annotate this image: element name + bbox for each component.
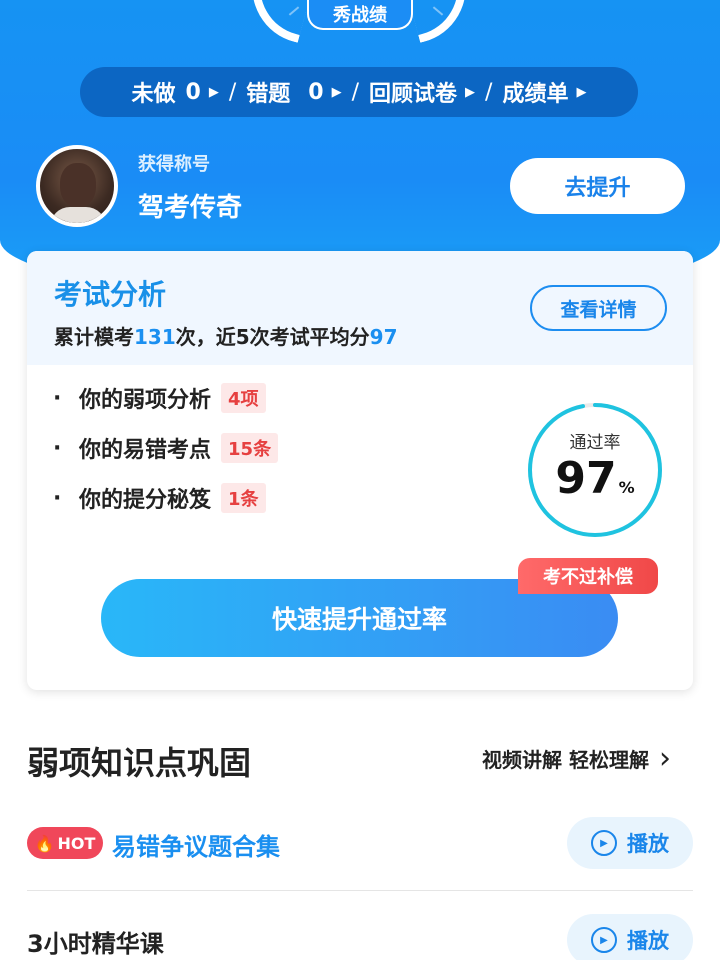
- triangle-right-icon: ▶: [576, 84, 587, 100]
- exam-analysis-card: 考试分析 累计模考131次，近5次考试平均分97 查看详情 · 你的弱项分析 4…: [27, 251, 693, 690]
- bullet-icon: ·: [53, 485, 62, 511]
- pass-rate-value: 97%: [526, 453, 664, 504]
- stat-value: 0: [308, 79, 324, 105]
- view-details-button[interactable]: 查看详情: [530, 285, 667, 331]
- section-title: 弱项知识点巩固: [27, 744, 252, 782]
- play-icon: ▶: [591, 927, 617, 953]
- avatar[interactable]: [36, 145, 118, 227]
- laurel-left-icon: [239, 0, 313, 43]
- tips-item[interactable]: · 你的提分秘笈 1条: [53, 482, 266, 514]
- summary-prefix: 累计模考: [54, 325, 134, 349]
- video-explain-link[interactable]: 视频讲解 轻松理解 ›: [482, 740, 671, 776]
- hot-badge: 🔥 HOT: [27, 827, 103, 859]
- stat-undone[interactable]: 未做 0 ▶: [132, 76, 219, 108]
- play-label: 播放: [627, 832, 669, 856]
- triangle-right-icon: ▶: [331, 84, 342, 100]
- summary-mid: 次，近5次考试平均分: [175, 325, 370, 349]
- play-label: 播放: [627, 929, 669, 953]
- title-value: 驾考传奇: [138, 193, 243, 223]
- divider: [27, 890, 693, 891]
- weak-analysis-item[interactable]: · 你的弱项分析 4项: [53, 382, 266, 414]
- stat-label: 回顾试卷: [369, 82, 458, 107]
- stat-value: 0: [185, 79, 201, 105]
- pass-rate-unit: %: [618, 478, 635, 497]
- stat-report-card[interactable]: 成绩单 ▶: [502, 76, 586, 108]
- item-label: 你的易错考点: [79, 438, 212, 463]
- flame-icon: 🔥: [34, 833, 55, 853]
- laurel-right-icon: [405, 0, 479, 43]
- separator: /: [485, 79, 493, 105]
- separator: /: [228, 79, 237, 105]
- count-badge: 4项: [221, 383, 266, 413]
- list-item[interactable]: 3小时精华课 ▶ 播放: [27, 900, 693, 960]
- pass-rate-label: 通过率: [569, 433, 621, 453]
- bullet-icon: ·: [53, 385, 62, 411]
- chevron-right-icon: ›: [658, 740, 671, 776]
- stats-bar: 未做 0 ▶ / 错题 0 ▶ / 回顾试卷 ▶ / 成绩单 ▶: [80, 67, 638, 117]
- bullet-icon: ·: [53, 435, 62, 461]
- count-badge: 15条: [221, 433, 279, 463]
- stat-label: 错题: [246, 82, 291, 107]
- stat-review-papers[interactable]: 回顾试卷 ▶: [369, 76, 475, 108]
- card-title: 考试分析: [54, 278, 167, 311]
- triangle-right-icon: ▶: [465, 84, 476, 100]
- play-button[interactable]: ▶ 播放: [567, 817, 693, 869]
- show-results-button[interactable]: 秀战绩: [307, 0, 413, 30]
- avatar-face: [60, 163, 96, 207]
- play-button[interactable]: ▶ 播放: [567, 914, 693, 960]
- separator: /: [351, 79, 360, 105]
- title-label: 获得称号: [138, 154, 210, 175]
- error-points-item[interactable]: · 你的易错考点 15条: [53, 432, 279, 464]
- item-title: 易错争议题合集: [112, 833, 280, 861]
- stat-label: 成绩单: [502, 82, 569, 107]
- item-label: 你的弱项分析: [79, 388, 212, 413]
- link-label: 视频讲解 轻松理解: [482, 748, 649, 772]
- stat-wrong[interactable]: 错题 0 ▶: [246, 76, 341, 108]
- compensation-tag: 考不过补偿: [518, 558, 658, 594]
- item-title: 3小时精华课: [27, 930, 164, 958]
- improve-button[interactable]: 去提升: [510, 158, 685, 214]
- avatar-shirt: [50, 207, 106, 223]
- item-label: 你的提分秘笈: [79, 488, 212, 513]
- avg-score: 97: [369, 325, 398, 349]
- exam-count: 131: [134, 325, 176, 349]
- exam-summary: 累计模考131次，近5次考试平均分97: [54, 321, 398, 350]
- count-badge: 1条: [221, 483, 266, 513]
- stat-label: 未做: [131, 82, 176, 107]
- hot-label: HOT: [57, 833, 96, 853]
- triangle-right-icon: ▶: [208, 84, 219, 100]
- play-icon: ▶: [591, 830, 617, 856]
- list-item[interactable]: 🔥 HOT 易错争议题合集 ▶ 播放: [27, 803, 693, 883]
- pass-rate-number: 97: [555, 453, 617, 504]
